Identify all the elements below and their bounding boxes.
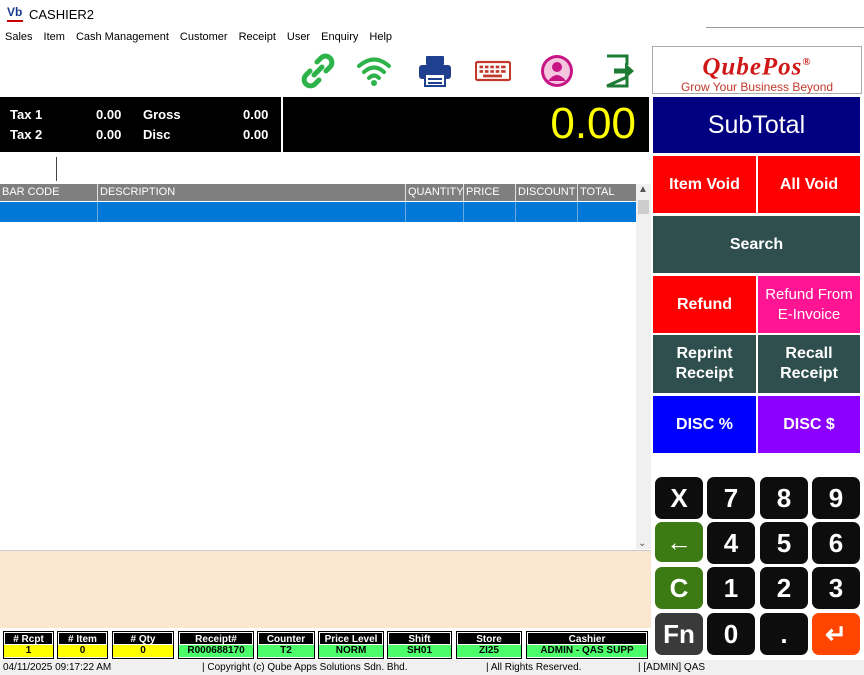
status-shift: Shift SH01 bbox=[387, 631, 452, 659]
gross-value: 0.00 bbox=[243, 107, 269, 122]
disc-label: Disc bbox=[143, 127, 171, 142]
link-icon[interactable] bbox=[300, 53, 336, 89]
subtotal-button[interactable]: SubTotal bbox=[652, 96, 861, 154]
keypad-enter[interactable]: ↵ bbox=[812, 613, 860, 655]
logo-title: QubePos® bbox=[702, 53, 812, 81]
tax1-label: Tax 1 bbox=[10, 107, 43, 122]
menu-bar: Sales Item Cash Management Customer Rece… bbox=[0, 28, 864, 45]
all-void-button[interactable]: All Void bbox=[757, 155, 861, 214]
keypad-fn[interactable]: Fn bbox=[655, 613, 703, 655]
menu-enquiry[interactable]: Enquiry bbox=[316, 31, 364, 43]
app-icon: Vb bbox=[7, 6, 23, 22]
status-counter: Counter T2 bbox=[257, 631, 315, 659]
menu-user[interactable]: User bbox=[282, 31, 316, 43]
col-quantity[interactable]: QUANTITY bbox=[405, 184, 464, 201]
printer-icon[interactable] bbox=[417, 53, 453, 89]
tax2-value: 0.00 bbox=[96, 127, 122, 142]
col-price[interactable]: PRICE bbox=[463, 184, 515, 201]
search-button[interactable]: Search bbox=[652, 215, 861, 274]
keypad-1[interactable]: 1 bbox=[707, 567, 755, 609]
refund-button[interactable]: Refund bbox=[652, 275, 757, 334]
keypad-9[interactable]: 9 bbox=[812, 477, 860, 519]
scroll-thumb[interactable] bbox=[638, 200, 649, 214]
keypad-4[interactable]: 4 bbox=[707, 522, 755, 564]
item-void-button[interactable]: Item Void bbox=[652, 155, 757, 214]
col-barcode[interactable]: BAR CODE bbox=[0, 184, 97, 201]
menu-item[interactable]: Item bbox=[39, 31, 71, 43]
keypad-backspace[interactable]: ← bbox=[655, 522, 703, 562]
keypad-5[interactable]: 5 bbox=[760, 522, 808, 564]
wifi-icon[interactable] bbox=[356, 53, 392, 89]
scroll-up-icon[interactable]: ▲ bbox=[638, 184, 648, 195]
footer-datetime: 04/11/2025 09:17:22 AM bbox=[3, 662, 112, 673]
status-qty: # Qty 0 bbox=[112, 631, 174, 659]
reprint-receipt-button[interactable]: Reprint Receipt bbox=[652, 334, 757, 394]
exit-icon[interactable] bbox=[601, 53, 637, 89]
logo-tagline: Grow Your Business Beyond bbox=[680, 80, 834, 95]
status-rcpt: # Rcpt 1 bbox=[3, 631, 54, 659]
status-cashier: Cashier ADMIN - QAS SUPP bbox=[526, 631, 648, 659]
user-icon[interactable] bbox=[539, 53, 575, 89]
keypad-x[interactable]: X bbox=[655, 477, 703, 519]
keypad-6[interactable]: 6 bbox=[812, 522, 860, 564]
status-panel: # Rcpt 1 # Item 0 # Qty 0 Receipt# R0006… bbox=[0, 630, 651, 659]
footer-rights: | All Rights Reserved. bbox=[486, 662, 582, 673]
col-total[interactable]: TOTAL bbox=[577, 184, 636, 201]
table-row[interactable] bbox=[0, 202, 636, 222]
status-item: # Item 0 bbox=[57, 631, 108, 659]
grand-total-value: 0.00 bbox=[550, 99, 636, 148]
keypad-3[interactable]: 3 bbox=[812, 567, 860, 609]
tax2-label: Tax 2 bbox=[10, 127, 43, 142]
menu-help[interactable]: Help bbox=[364, 31, 398, 43]
keypad-7[interactable]: 7 bbox=[707, 477, 755, 519]
keypad-8[interactable]: 8 bbox=[760, 477, 808, 519]
refund-from-einvoice-button[interactable]: Refund From E-Invoice bbox=[757, 275, 861, 334]
col-description[interactable]: DESCRIPTION bbox=[97, 184, 405, 201]
status-receipt-no: Receipt# R000688170 bbox=[178, 631, 254, 659]
menu-cash-management[interactable]: Cash Management bbox=[71, 31, 175, 43]
footer-user: | [ADMIN] QAS bbox=[638, 662, 706, 673]
grand-total-display: 0.00 bbox=[283, 97, 649, 152]
status-price-level: Price Level NORM bbox=[318, 631, 384, 659]
status-store: Store ZI25 bbox=[456, 631, 522, 659]
disc-amount-button[interactable]: DISC $ bbox=[757, 395, 861, 454]
footer-copyright: | Copyright (c) Qube Apps Solutions Sdn.… bbox=[202, 662, 408, 673]
keypad-2[interactable]: 2 bbox=[760, 567, 808, 609]
window-title: CASHIER2 bbox=[29, 6, 95, 22]
keypad-clear[interactable]: C bbox=[655, 567, 703, 609]
title-bar: Vb CASHIER2 bbox=[0, 0, 864, 28]
tax1-value: 0.00 bbox=[96, 107, 122, 122]
item-grid-header: BAR CODE DESCRIPTION QUANTITY PRICE DISC… bbox=[0, 184, 636, 201]
recall-receipt-button[interactable]: Recall Receipt bbox=[757, 334, 861, 394]
col-discount[interactable]: DISCOUNT bbox=[515, 184, 577, 201]
grid-scrollbar[interactable]: ▲ ⌄ bbox=[636, 184, 651, 549]
qubepos-logo: QubePos® Grow Your Business Beyond bbox=[652, 46, 862, 94]
disc-value: 0.00 bbox=[243, 127, 269, 142]
disc-percent-button[interactable]: DISC % bbox=[652, 395, 757, 454]
footer-bar: 04/11/2025 09:17:22 AM | Copyright (c) Q… bbox=[0, 660, 864, 675]
gross-label: Gross bbox=[143, 107, 181, 122]
keypad-dot[interactable]: . bbox=[760, 613, 808, 655]
keyboard-icon[interactable] bbox=[475, 53, 511, 89]
toolbar bbox=[0, 45, 651, 97]
scroll-down-icon[interactable]: ⌄ bbox=[638, 538, 646, 549]
menu-receipt[interactable]: Receipt bbox=[234, 31, 282, 43]
barcode-input-cursor[interactable] bbox=[56, 157, 57, 181]
menu-sales[interactable]: Sales bbox=[0, 31, 39, 43]
menu-customer[interactable]: Customer bbox=[175, 31, 234, 43]
tax-summary-panel: Tax 1 0.00 Gross 0.00 Tax 2 0.00 Disc 0.… bbox=[0, 97, 281, 152]
keypad-0[interactable]: 0 bbox=[707, 613, 755, 655]
message-area bbox=[0, 550, 651, 628]
cashier-window: Vb CASHIER2 Sales Item Cash Management C… bbox=[0, 0, 864, 675]
